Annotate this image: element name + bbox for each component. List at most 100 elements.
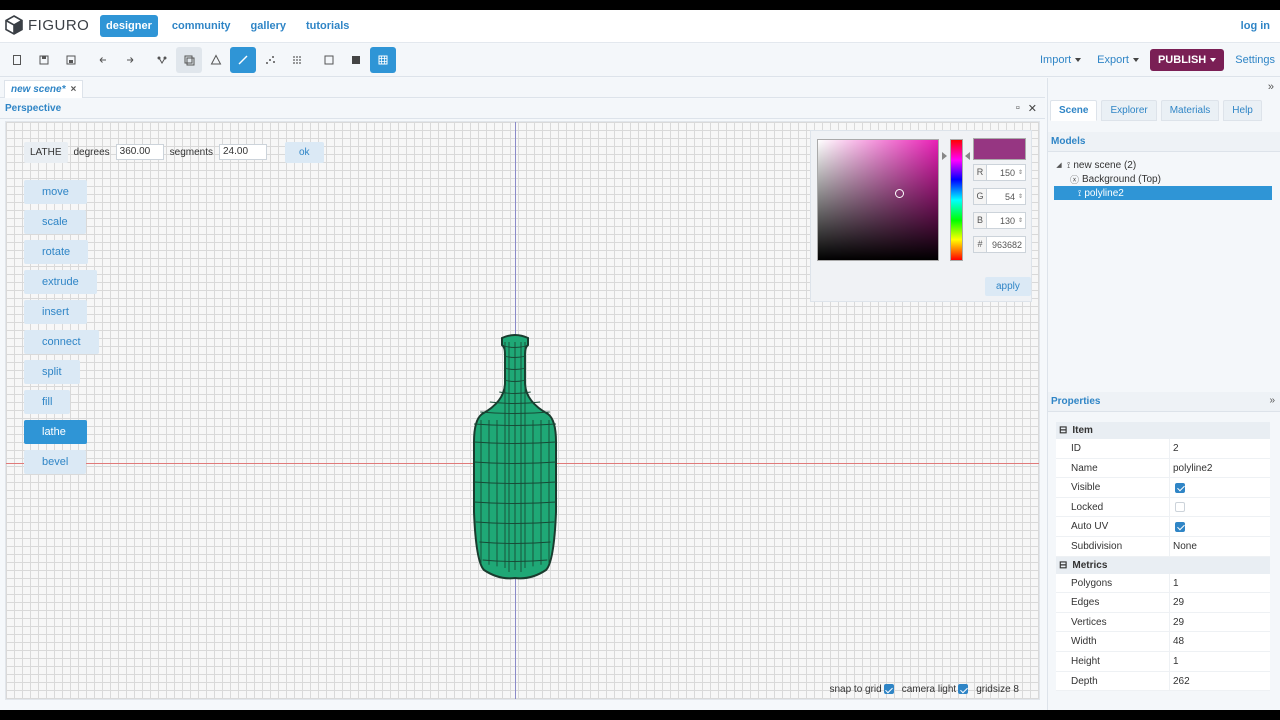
collapse-panel-icon[interactable]: » bbox=[1268, 81, 1274, 93]
op-scale[interactable]: scale bbox=[24, 210, 86, 234]
close-viewport-icon[interactable]: ✕ bbox=[1028, 102, 1037, 115]
save-as-icon[interactable] bbox=[58, 47, 84, 73]
prop-value[interactable]: 2 bbox=[1170, 439, 1270, 458]
op-lathe[interactable]: lathe bbox=[24, 420, 87, 444]
texture-icon[interactable] bbox=[370, 47, 396, 73]
op-connect[interactable]: connect bbox=[24, 330, 99, 354]
tab-explorer[interactable]: Explorer bbox=[1101, 100, 1157, 121]
nav-tutorials[interactable]: tutorials bbox=[300, 15, 355, 37]
prop-value: 29 bbox=[1173, 616, 1185, 628]
op-extrude[interactable]: extrude bbox=[24, 270, 97, 294]
ok-button[interactable]: ok bbox=[285, 141, 324, 163]
hue-arrow-right-icon bbox=[965, 152, 970, 160]
properties-grid: ⊟ Item ID 2 Name polyline2 Visible Locked A… bbox=[1056, 422, 1270, 692]
document-tab[interactable]: new scene* × bbox=[4, 80, 84, 98]
import-menu[interactable]: Import bbox=[1035, 50, 1086, 70]
polyline-icon[interactable] bbox=[230, 47, 256, 73]
maximize-icon[interactable]: ▫ bbox=[1016, 102, 1020, 115]
item-group-header[interactable]: ⊟ Item bbox=[1056, 422, 1270, 439]
locked-checkbox[interactable] bbox=[1175, 502, 1185, 513]
redo-icon[interactable] bbox=[117, 47, 143, 73]
snap-checkbox[interactable] bbox=[883, 684, 894, 695]
blue-value: 130 bbox=[999, 215, 1015, 226]
prop-key: Height bbox=[1056, 651, 1170, 671]
new-file-icon[interactable] bbox=[4, 47, 30, 73]
document-tab-label: new scene* bbox=[11, 84, 66, 95]
color-cursor[interactable] bbox=[895, 189, 904, 198]
nav-gallery[interactable]: gallery bbox=[245, 15, 292, 37]
saturation-value-area[interactable] bbox=[817, 139, 939, 261]
tab-scene[interactable]: Scene bbox=[1050, 100, 1098, 121]
perspective-viewport[interactable]: LATHE degrees 360.00 segments 24.00 ok m… bbox=[5, 121, 1040, 700]
snap-to-grid-label: snap to grid bbox=[829, 684, 882, 695]
metrics-group-label: Metrics bbox=[1072, 559, 1108, 571]
prop-value: 48 bbox=[1173, 636, 1185, 648]
hidden-eye-icon[interactable]: ⓧ bbox=[1070, 173, 1079, 186]
op-split[interactable]: split bbox=[24, 360, 80, 384]
logo[interactable]: FIGURO bbox=[4, 15, 89, 35]
green-field[interactable]: G 54 ⇕ bbox=[973, 188, 1026, 205]
segments-input[interactable]: 24.00 bbox=[219, 144, 267, 160]
nav-community[interactable]: community bbox=[166, 15, 237, 37]
prop-key: Width bbox=[1056, 632, 1170, 651]
close-tab-icon[interactable]: × bbox=[70, 84, 76, 95]
nav-designer[interactable]: designer bbox=[100, 15, 158, 37]
tree-item-polyline2[interactable]: ⟟ polyline2 bbox=[1054, 186, 1272, 200]
prop-value[interactable]: None bbox=[1170, 537, 1270, 556]
auto-uv-checkbox[interactable] bbox=[1175, 521, 1185, 532]
snap-to-grid-toggle[interactable]: snap to grid bbox=[829, 684, 894, 695]
collapse-properties-icon[interactable]: » bbox=[1269, 395, 1275, 406]
hue-slider[interactable] bbox=[950, 139, 963, 261]
red-value: 150 bbox=[999, 167, 1015, 178]
select-vertex-icon[interactable] bbox=[149, 47, 175, 73]
publish-button[interactable]: PUBLISH bbox=[1149, 49, 1225, 71]
tab-materials[interactable]: Materials bbox=[1160, 100, 1220, 121]
settings-link[interactable]: Settings bbox=[1230, 50, 1280, 70]
save-icon[interactable] bbox=[31, 47, 57, 73]
metrics-group-header[interactable]: ⊟ Metrics bbox=[1056, 556, 1270, 574]
camera-light-toggle[interactable]: camera light bbox=[902, 684, 969, 695]
blue-field[interactable]: B 130 ⇕ bbox=[973, 212, 1026, 229]
op-fill[interactable]: fill bbox=[24, 390, 71, 414]
right-panel: » Scene Explorer Materials Help Models ◢… bbox=[1047, 78, 1280, 710]
collapse-minus-icon[interactable]: ⊟ bbox=[1059, 560, 1067, 571]
wireframe-icon[interactable] bbox=[316, 47, 342, 73]
scene-node-icon: ⟟ bbox=[1067, 159, 1071, 170]
solid-icon[interactable] bbox=[343, 47, 369, 73]
visible-checkbox[interactable] bbox=[1175, 482, 1185, 493]
expand-triangle-icon[interactable]: ◢ bbox=[1054, 161, 1064, 169]
undo-icon[interactable] bbox=[90, 47, 116, 73]
color-swatch bbox=[973, 138, 1026, 160]
bottle-model[interactable] bbox=[469, 332, 561, 582]
hex-field[interactable]: #963682 bbox=[973, 236, 1026, 253]
spinner-icon[interactable]: ⇕ bbox=[1018, 169, 1025, 176]
tree-item-scene[interactable]: ◢ ⟟ new scene (2) bbox=[1054, 158, 1272, 172]
spinner-icon[interactable]: ⇕ bbox=[1018, 217, 1025, 224]
apply-button[interactable]: apply bbox=[985, 277, 1031, 296]
points-icon[interactable] bbox=[257, 47, 283, 73]
gridsize-label[interactable]: gridsize 8 bbox=[976, 684, 1019, 695]
op-move[interactable]: move bbox=[24, 180, 87, 204]
prop-key: Depth bbox=[1056, 671, 1170, 691]
op-insert[interactable]: insert bbox=[24, 300, 87, 324]
prop-key: Subdivision bbox=[1056, 536, 1170, 556]
export-menu[interactable]: Export bbox=[1092, 50, 1144, 70]
select-face-icon[interactable] bbox=[203, 47, 229, 73]
tab-help[interactable]: Help bbox=[1223, 100, 1262, 121]
hex-value: 963682 bbox=[991, 239, 1022, 250]
camera-light-checkbox[interactable] bbox=[958, 684, 969, 695]
select-edge-icon[interactable] bbox=[176, 47, 202, 73]
prop-value[interactable]: polyline2 bbox=[1170, 459, 1270, 478]
login-link[interactable]: log in bbox=[1241, 20, 1270, 32]
degrees-input[interactable]: 360.00 bbox=[115, 144, 164, 160]
op-bevel[interactable]: bevel bbox=[24, 450, 87, 474]
prop-key: Auto UV bbox=[1056, 517, 1170, 536]
tree-item-background[interactable]: ⓧ Background (Top) bbox=[1054, 172, 1272, 186]
collapse-minus-icon[interactable]: ⊟ bbox=[1059, 425, 1067, 436]
viewport-header: Perspective ▫ ✕ bbox=[0, 99, 1045, 119]
red-field[interactable]: R 150 ⇕ bbox=[973, 164, 1026, 181]
op-rotate[interactable]: rotate bbox=[24, 240, 89, 264]
caret-down-icon bbox=[1210, 58, 1217, 62]
grid-points-icon[interactable] bbox=[284, 47, 310, 73]
spinner-icon[interactable]: ⇕ bbox=[1018, 193, 1025, 200]
